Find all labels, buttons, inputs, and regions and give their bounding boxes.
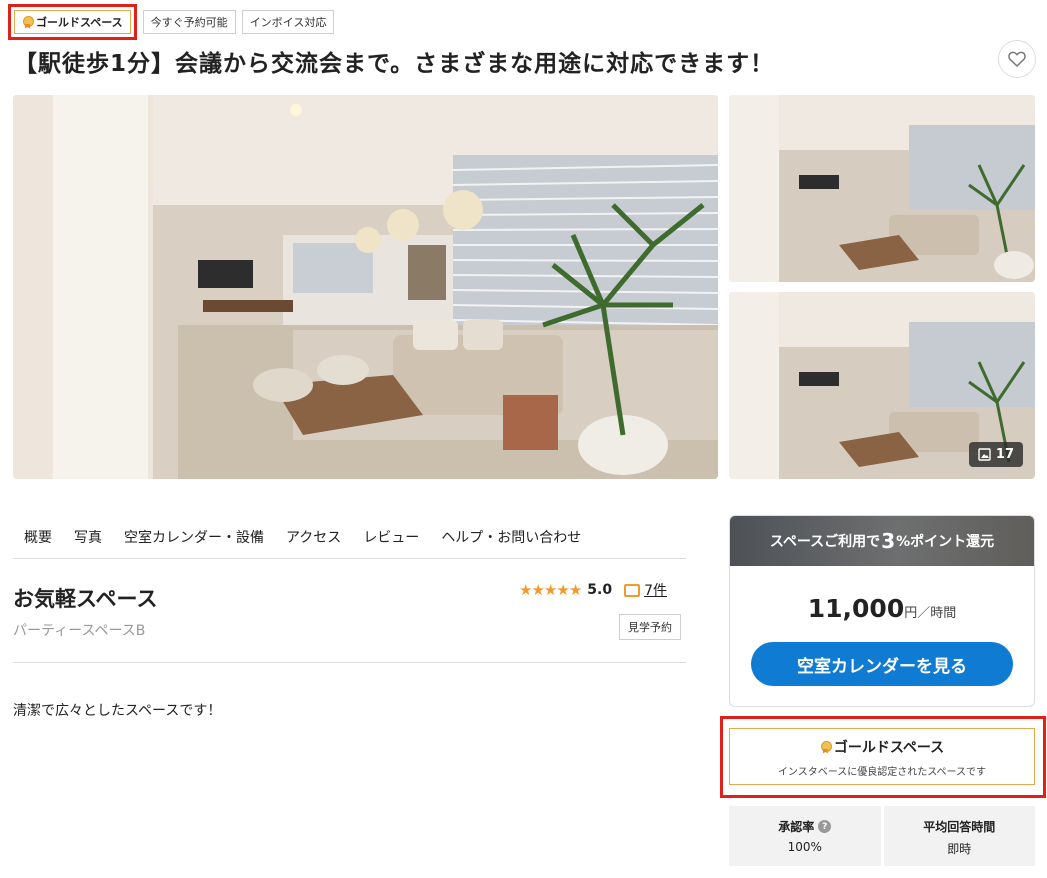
tab-access[interactable]: アクセス xyxy=(286,527,341,547)
host-stats: 承認率 ? 100% 平均回答時間 即時 xyxy=(729,806,1035,866)
room-photo-image xyxy=(13,95,718,479)
comment-icon xyxy=(624,583,641,597)
image-icon xyxy=(978,448,991,461)
medal-icon xyxy=(820,740,832,754)
star-icon: ★ xyxy=(556,581,569,599)
instant-booking-badge: 今すぐ予約可能 xyxy=(142,10,236,34)
response-time-value: 即時 xyxy=(947,842,972,856)
room-photo-image xyxy=(729,95,1035,282)
main-photo[interactable] xyxy=(13,95,718,479)
medal-icon xyxy=(22,15,34,29)
approval-rate-label: 承認率 xyxy=(778,820,815,834)
rating-score: 5.0 xyxy=(587,582,613,598)
approval-rate-stat: 承認率 ? 100% xyxy=(729,806,881,866)
space-name: お気軽スペース xyxy=(13,587,158,611)
page-title: 【駅徒歩1分】会議から交流会まで。さまざまな用途に対応できます！ xyxy=(14,51,775,77)
gold-space-info-title: ゴールドスペース xyxy=(833,740,945,756)
tab-reviews[interactable]: レビュー xyxy=(363,527,419,547)
response-time-label: 平均回答時間 xyxy=(923,820,996,834)
tab-help-contact[interactable]: ヘルプ・お問い合わせ xyxy=(441,527,581,547)
promo-prefix: スペースご利用で xyxy=(769,534,881,550)
response-time-stat: 平均回答時間 即時 xyxy=(883,806,1035,866)
section-tabs: 概要 写真 空室カレンダー・設備 アクセス レビュー ヘルプ・お問い合わせ xyxy=(13,515,686,559)
view-calendar-button[interactable]: 空室カレンダーを見る xyxy=(751,642,1013,686)
price: 11,000円／時間 xyxy=(730,594,1034,623)
thumbnail-photo-1[interactable] xyxy=(729,95,1035,282)
tab-photos[interactable]: 写真 xyxy=(74,527,102,547)
space-subname: パーティースペースB xyxy=(13,623,146,639)
gold-space-badge-label: ゴールドスペース xyxy=(36,16,123,29)
star-icon: ★ xyxy=(519,581,532,599)
promo-suffix: %ポイント還元 xyxy=(896,534,995,550)
gold-badge-highlight: ゴールドスペース xyxy=(8,4,137,40)
favorite-button[interactable] xyxy=(998,40,1036,78)
invoice-badge: インボイス対応 xyxy=(241,10,335,34)
promo-number: 3 xyxy=(881,529,896,553)
star-icon: ★ xyxy=(531,581,544,599)
gold-space-info-subtitle: インスタベースに優良認定されたスペースです xyxy=(777,767,987,778)
divider xyxy=(13,662,686,663)
star-icon: ★ xyxy=(568,581,582,599)
rating: ★ ★ ★ ★ ★ 5.0 7件 xyxy=(519,580,667,600)
tab-calendar-equipment[interactable]: 空室カレンダー・設備 xyxy=(124,527,264,547)
approval-rate-value: 100% xyxy=(787,840,822,854)
photo-count-button[interactable]: 17 xyxy=(968,442,1023,467)
tab-overview[interactable]: 概要 xyxy=(24,527,52,547)
space-description: 清潔で広々としたスペースです！ xyxy=(13,703,222,719)
gold-space-info: ゴールドスペース インスタベースに優良認定されたスペースです xyxy=(729,728,1035,785)
heart-icon xyxy=(1008,51,1026,67)
price-unit: 円／時間 xyxy=(904,606,957,621)
gold-space-badge: ゴールドスペース xyxy=(14,10,131,34)
price-amount: 11,000 xyxy=(807,594,905,623)
price-card: スペースご利用で 3 %ポイント還元 11,000円／時間 空室カレンダーを見る xyxy=(729,515,1035,707)
badge-row: ゴールドスペース 今すぐ予約可能 インボイス対応 xyxy=(8,4,335,40)
photo-count-label: 17 xyxy=(995,447,1014,462)
star-icon: ★ xyxy=(543,581,557,599)
tour-booking-button[interactable]: 見学予約 xyxy=(619,614,681,640)
help-icon[interactable]: ? xyxy=(818,820,832,833)
point-promo-banner: スペースご利用で 3 %ポイント還元 xyxy=(730,516,1034,566)
review-count-link[interactable]: 7件 xyxy=(644,580,667,600)
thumbnail-photo-2[interactable]: 17 xyxy=(729,292,1035,479)
